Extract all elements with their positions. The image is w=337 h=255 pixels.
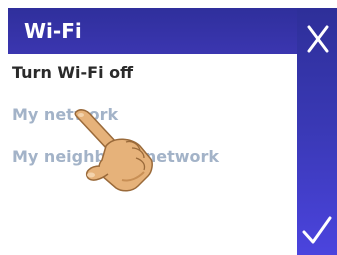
pointing-hand-icon xyxy=(74,109,153,192)
wifi-dialog: Wi-Fi Turn Wi-Fi off My network My neigh… xyxy=(0,0,337,255)
side-panel xyxy=(297,8,337,255)
option-turn-wifi-off[interactable]: Turn Wi-Fi off xyxy=(12,63,133,83)
title-bar: Wi-Fi xyxy=(8,8,297,54)
check-icon[interactable] xyxy=(301,214,333,246)
dialog-title: Wi-Fi xyxy=(24,19,82,43)
close-icon[interactable] xyxy=(305,24,331,54)
